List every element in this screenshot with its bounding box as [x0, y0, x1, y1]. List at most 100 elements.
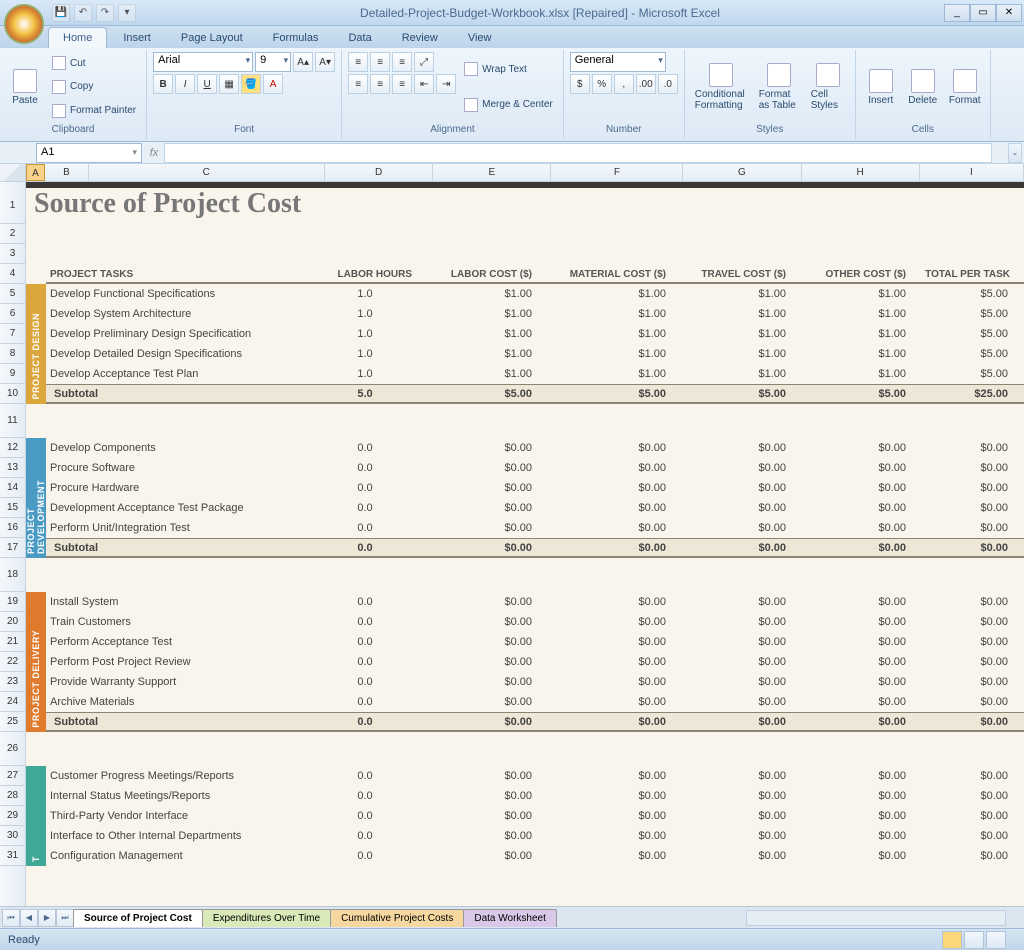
align-middle-button[interactable]: ≡	[370, 52, 390, 72]
row-header[interactable]: 31	[0, 846, 25, 866]
cell-lc[interactable]: $0.00	[420, 810, 540, 822]
cell-oc[interactable]: $0.00	[794, 636, 914, 648]
cell-tc[interactable]: $0.00	[674, 716, 794, 728]
border-button[interactable]: ▦	[219, 74, 239, 94]
cell-lc[interactable]: $0.00	[420, 482, 540, 494]
cell-lc[interactable]: $1.00	[420, 368, 540, 380]
cell-oc[interactable]: $1.00	[794, 288, 914, 300]
cell-tc[interactable]: $0.00	[674, 596, 794, 608]
tab-view[interactable]: View	[454, 28, 506, 48]
cell-tot[interactable]: $0.00	[914, 616, 1018, 628]
col-header-C[interactable]: C	[89, 164, 325, 181]
cell-lh[interactable]: 0.0	[310, 770, 420, 782]
cell-mc[interactable]: $0.00	[540, 542, 674, 554]
align-top-button[interactable]: ≡	[348, 52, 368, 72]
cell-tot[interactable]: $0.00	[914, 502, 1018, 514]
cell-mc[interactable]: MATERIAL COST ($)	[540, 269, 674, 280]
cell-tc[interactable]: $0.00	[674, 656, 794, 668]
cell-tc[interactable]: $0.00	[674, 616, 794, 628]
cell-tc[interactable]: $0.00	[674, 770, 794, 782]
row-header[interactable]: 9	[0, 364, 25, 384]
row-header[interactable]: 16	[0, 518, 25, 538]
tab-review[interactable]: Review	[388, 28, 452, 48]
cell-oc[interactable]: $1.00	[794, 348, 914, 360]
row-header[interactable]: 24	[0, 692, 25, 712]
row-header[interactable]: 18	[0, 558, 25, 592]
fill-color-button[interactable]: 🪣	[241, 74, 261, 94]
cell-mc[interactable]: $0.00	[540, 636, 674, 648]
cell-tot[interactable]: $0.00	[914, 696, 1018, 708]
cell-oc[interactable]: $0.00	[794, 522, 914, 534]
cell-oc[interactable]: $0.00	[794, 716, 914, 728]
maximize-button[interactable]: ▭	[970, 4, 996, 22]
sheet-nav-last[interactable]: ⏭	[56, 909, 74, 927]
cell-tc[interactable]: $1.00	[674, 288, 794, 300]
sheet-tab[interactable]: Source of Project Cost	[73, 909, 203, 927]
decrease-indent-button[interactable]: ⇤	[414, 74, 434, 94]
cell-mc[interactable]: $0.00	[540, 716, 674, 728]
cell-lh[interactable]: 1.0	[310, 328, 420, 340]
cell-lh[interactable]: 0.0	[310, 830, 420, 842]
cell-mc[interactable]: $0.00	[540, 502, 674, 514]
merge-center-button[interactable]: Merge & Center	[460, 97, 557, 113]
undo-icon[interactable]: ↶	[74, 4, 92, 22]
cell-task[interactable]: Development Acceptance Test Package	[46, 502, 310, 514]
cell-lc[interactable]: $1.00	[420, 348, 540, 360]
formula-bar-expand-button[interactable]: ⌄	[1008, 143, 1022, 163]
cell-lc[interactable]: $0.00	[420, 850, 540, 862]
cell-tot[interactable]: $0.00	[914, 462, 1018, 474]
cell-tc[interactable]: $1.00	[674, 328, 794, 340]
underline-button[interactable]: U	[197, 74, 217, 94]
cell-task[interactable]: Develop System Architecture	[46, 308, 310, 320]
cell-task[interactable]: Develop Acceptance Test Plan	[46, 368, 310, 380]
cell-mc[interactable]: $1.00	[540, 308, 674, 320]
row-header[interactable]: 2	[0, 224, 25, 244]
grow-font-button[interactable]: A▴	[293, 52, 313, 72]
cell-lc[interactable]: LABOR COST ($)	[420, 269, 540, 280]
cell-lh[interactable]: 0.0	[310, 522, 420, 534]
row-header[interactable]: 3	[0, 244, 25, 264]
cell-tc[interactable]: $0.00	[674, 830, 794, 842]
cell-tot[interactable]: $5.00	[914, 368, 1018, 380]
tab-page-layout[interactable]: Page Layout	[167, 28, 257, 48]
cell-mc[interactable]: $0.00	[540, 616, 674, 628]
cell-oc[interactable]: $5.00	[794, 388, 914, 400]
cell-mc[interactable]: $1.00	[540, 368, 674, 380]
cell-oc[interactable]: $0.00	[794, 482, 914, 494]
sheet-nav-next[interactable]: ▶	[38, 909, 56, 927]
cell-oc[interactable]: $1.00	[794, 368, 914, 380]
col-header-G[interactable]: G	[683, 164, 801, 181]
cell-mc[interactable]: $0.00	[540, 770, 674, 782]
cell-tc[interactable]: $5.00	[674, 388, 794, 400]
row-header[interactable]: 20	[0, 612, 25, 632]
save-icon[interactable]: 💾	[52, 4, 70, 22]
comma-button[interactable]: ,	[614, 74, 634, 94]
row-header[interactable]: 21	[0, 632, 25, 652]
cell-tc[interactable]: $0.00	[674, 542, 794, 554]
formula-input[interactable]	[164, 143, 992, 163]
cell-lh[interactable]: 0.0	[310, 676, 420, 688]
cell-lh[interactable]: 0.0	[310, 636, 420, 648]
align-left-button[interactable]: ≡	[348, 74, 368, 94]
conditional-formatting-button[interactable]: Conditional Formatting	[691, 52, 751, 122]
col-header-B[interactable]: B	[45, 164, 88, 181]
cell-tot[interactable]: $0.00	[914, 850, 1018, 862]
cell-mc[interactable]: $0.00	[540, 442, 674, 454]
minimize-button[interactable]: _	[944, 4, 970, 22]
cell-tc[interactable]: $0.00	[674, 676, 794, 688]
qat-menu-icon[interactable]: ▾	[118, 4, 136, 22]
cell-task[interactable]: Subtotal	[46, 716, 310, 728]
cell-task[interactable]: Develop Preliminary Design Specification	[46, 328, 310, 340]
cell-styles-button[interactable]: Cell Styles	[807, 52, 849, 122]
cell-oc[interactable]: $0.00	[794, 696, 914, 708]
row-header[interactable]: 26	[0, 732, 25, 766]
cell-tc[interactable]: $1.00	[674, 348, 794, 360]
cell-lh[interactable]: 0.0	[310, 442, 420, 454]
row-header[interactable]: 17	[0, 538, 25, 558]
cell-lh[interactable]: 1.0	[310, 368, 420, 380]
cell-oc[interactable]: $0.00	[794, 616, 914, 628]
cell-lh[interactable]: 0.0	[310, 482, 420, 494]
cell-lc[interactable]: $0.00	[420, 502, 540, 514]
tab-formulas[interactable]: Formulas	[259, 28, 333, 48]
cell-task[interactable]: Procure Software	[46, 462, 310, 474]
